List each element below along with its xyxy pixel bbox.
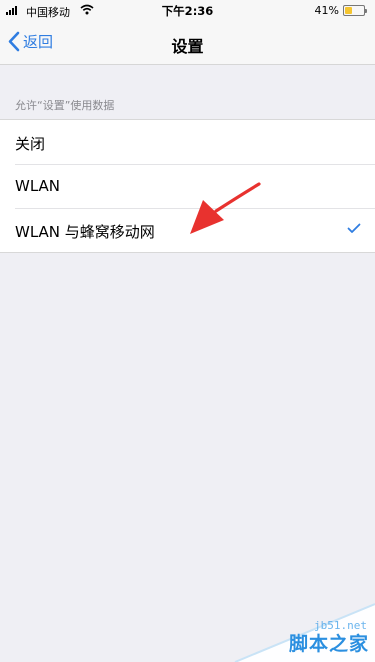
- watermark-text: 脚本之家: [288, 633, 369, 655]
- annotation-arrow: [190, 182, 261, 234]
- watermark: jb51.net 脚本之家: [225, 594, 375, 662]
